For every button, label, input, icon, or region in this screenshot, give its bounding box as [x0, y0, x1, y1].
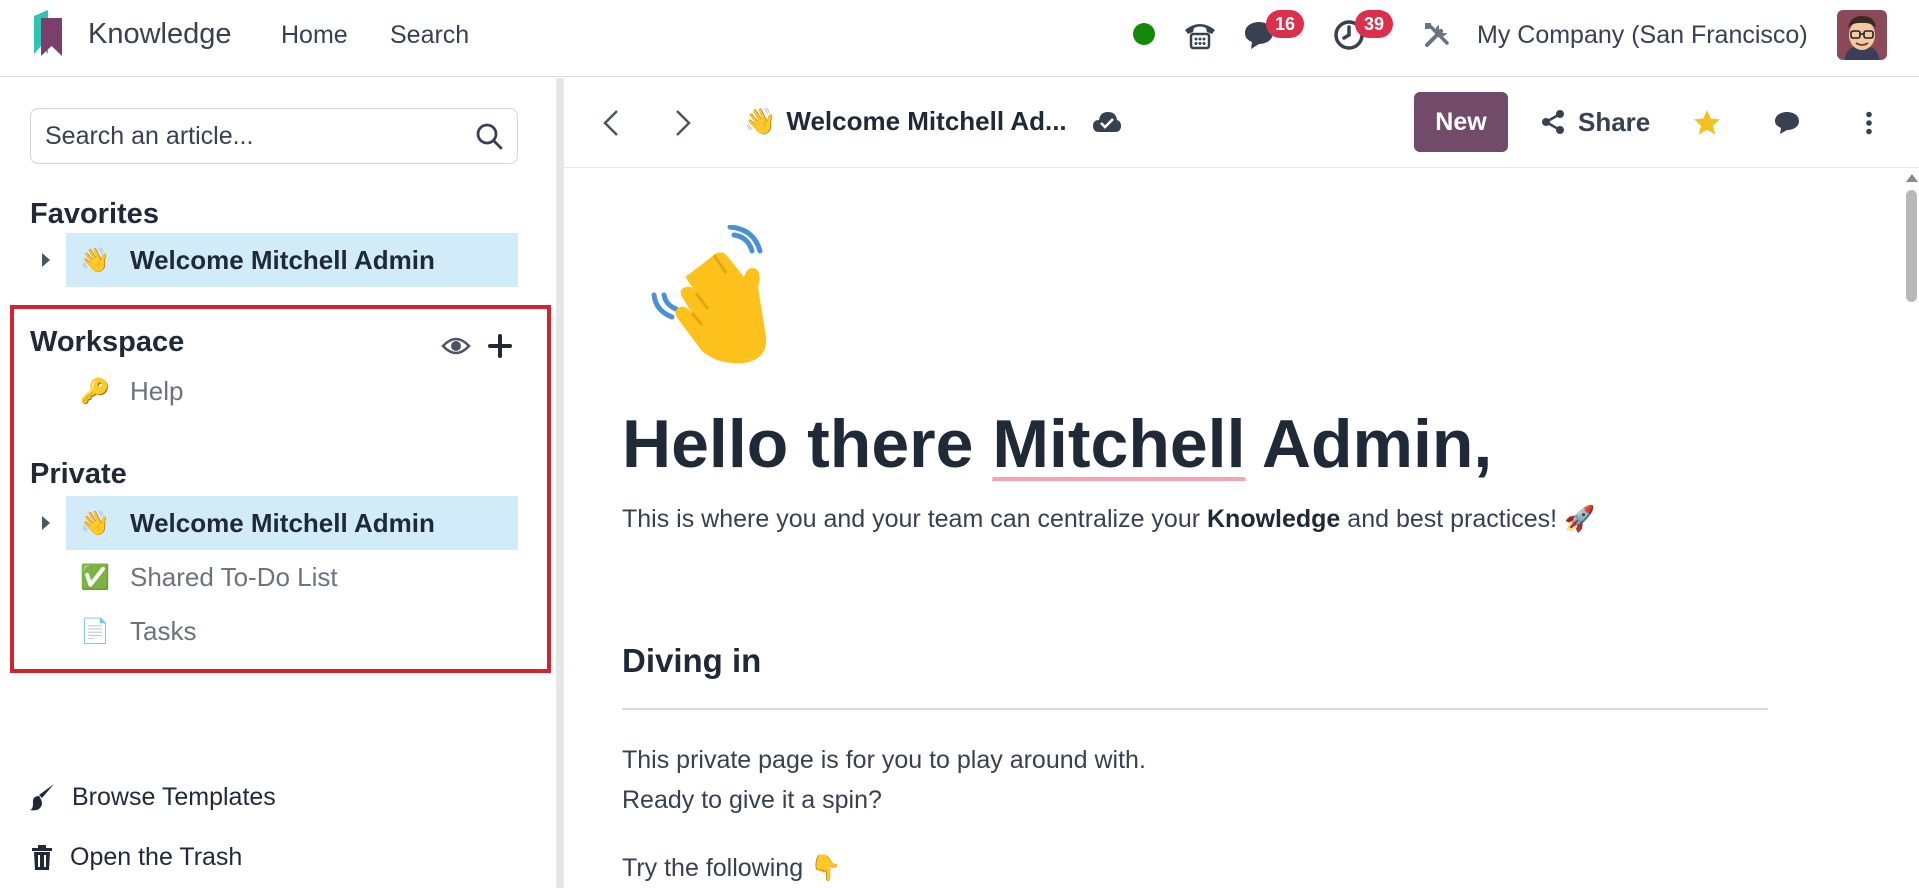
waving-hand-icon: 👋 — [80, 246, 110, 274]
online-status-icon[interactable] — [1133, 23, 1155, 45]
search-icon[interactable] — [475, 122, 503, 150]
share-label: Share — [1578, 106, 1651, 137]
trash-icon — [32, 844, 52, 870]
favorites-item-welcome[interactable]: 👋 Welcome Mitchell Admin — [66, 233, 518, 287]
open-trash-label: Open the Trash — [70, 843, 243, 871]
article-title[interactable]: Hello there Mitchell Admin, — [622, 405, 1492, 483]
eye-icon[interactable] — [440, 330, 472, 362]
private-item-welcome[interactable]: 👋 Welcome Mitchell Admin — [66, 496, 518, 550]
article-paragraph[interactable]: Ready to give it a spin? — [622, 786, 882, 815]
intro-text: and best practices! 🚀 — [1340, 505, 1596, 533]
forward-arrow-icon[interactable] — [668, 106, 698, 140]
article-search-box[interactable] — [30, 108, 518, 164]
waving-hand-icon: 👋 — [744, 106, 777, 136]
paintbrush-icon — [30, 784, 54, 811]
nav-search[interactable]: Search — [390, 21, 469, 50]
article-heading[interactable]: Diving in — [622, 642, 761, 680]
private-item-tasks[interactable]: 📄 Tasks — [66, 604, 518, 658]
private-section-title: Private — [30, 458, 127, 490]
scroll-up-arrow-icon[interactable] — [1906, 174, 1918, 182]
sidebar-resize-handle[interactable] — [556, 78, 564, 888]
private-item-label: Tasks — [130, 615, 197, 646]
open-trash-link[interactable]: Open the Trash — [30, 843, 242, 872]
article-paragraph[interactable]: Try the following 👇 — [622, 854, 841, 883]
workspace-item-label: Help — [130, 375, 184, 406]
plus-icon[interactable] — [484, 330, 516, 362]
article-title-part: Hello there — [622, 406, 993, 482]
tools-icon[interactable] — [1417, 15, 1457, 55]
user-avatar[interactable] — [1837, 10, 1887, 60]
article-search-input[interactable] — [45, 109, 465, 163]
cloud-saved-icon — [1093, 112, 1121, 132]
private-item-label: Shared To-Do List — [130, 561, 338, 592]
intro-bold-text: Knowledge — [1207, 505, 1341, 533]
document-icon: 📄 — [80, 617, 110, 645]
breadcrumb-title: Welcome Mitchell Ad... — [786, 106, 1067, 136]
expand-caret-icon[interactable] — [42, 516, 50, 530]
article-paragraph[interactable]: This private page is for you to play aro… — [622, 746, 1146, 775]
heading-divider — [622, 708, 1768, 710]
private-item-todo[interactable]: ✅ Shared To-Do List — [66, 550, 518, 604]
scrollbar-thumb[interactable] — [1906, 190, 1917, 302]
knowledge-app-logo[interactable] — [30, 10, 66, 58]
browse-templates-link[interactable]: Browse Templates — [30, 782, 276, 812]
favorites-item-label: Welcome Mitchell Admin — [130, 244, 435, 275]
private-item-label: Welcome Mitchell Admin — [130, 507, 435, 538]
comments-icon[interactable] — [1771, 106, 1805, 140]
article-breadcrumb[interactable]: 👋 Welcome Mitchell Ad... — [744, 106, 1067, 137]
company-switcher[interactable]: My Company (San Francisco) — [1477, 21, 1808, 50]
article-icon-waving-hand[interactable] — [648, 225, 783, 365]
nav-home[interactable]: Home — [281, 21, 348, 50]
share-icon — [1542, 110, 1564, 134]
app-name[interactable]: Knowledge — [88, 18, 232, 51]
checkbox-checked-icon: ✅ — [80, 563, 110, 591]
more-options-icon[interactable] — [1852, 106, 1886, 140]
favorites-section-title: Favorites — [30, 198, 159, 230]
share-button[interactable]: Share — [1540, 92, 1650, 152]
workspace-section-title: Workspace — [30, 326, 185, 358]
article-intro[interactable]: This is where you and your team can cent… — [622, 505, 1595, 534]
new-article-button[interactable]: New — [1414, 92, 1508, 152]
favorite-star-icon[interactable] — [1690, 106, 1724, 140]
intro-text: This is where you and your team can cent… — [622, 505, 1207, 533]
article-title-spellcheck-word: Mitchell — [992, 406, 1246, 482]
expand-caret-icon[interactable] — [42, 253, 50, 267]
waving-hand-icon: 👋 — [80, 509, 110, 537]
back-arrow-icon[interactable] — [596, 106, 626, 140]
messages-count-badge: 16 — [1266, 10, 1304, 38]
workspace-item-help[interactable]: 🔑 Help — [66, 364, 518, 418]
article-title-part: Admin, — [1245, 406, 1493, 482]
top-navbar: Knowledge Home Search 16 39 My Company ( — [0, 0, 1919, 77]
activities-count-badge: 39 — [1355, 10, 1393, 38]
key-icon: 🔑 — [80, 377, 110, 405]
browse-templates-label: Browse Templates — [72, 782, 276, 811]
phone-icon[interactable] — [1180, 15, 1220, 55]
